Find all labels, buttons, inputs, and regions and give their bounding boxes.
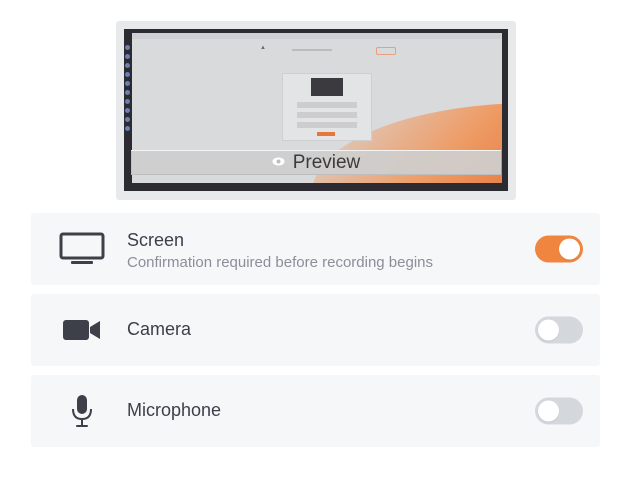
microphone-title: Microphone	[127, 400, 222, 420]
preview-thumbnail: ▲ Preview	[124, 29, 508, 191]
camera-option-row: Camera	[31, 294, 600, 366]
screen-toggle[interactable]	[535, 235, 583, 263]
screen-option-row: Screen Confirmation required before reco…	[31, 213, 600, 285]
screen-title: Screen	[127, 230, 185, 250]
screen-subtitle: Confirmation required before recording b…	[127, 254, 434, 271]
preview-label: Preview	[292, 151, 361, 173]
microphone-icon	[59, 394, 105, 428]
monitor-icon	[59, 232, 105, 266]
preview-card[interactable]: ▲ Preview	[116, 21, 516, 200]
camera-toggle[interactable]	[535, 316, 583, 344]
microphone-option-row: Microphone	[31, 375, 600, 447]
desktop-dock	[124, 41, 131, 161]
video-camera-icon	[59, 313, 105, 347]
camera-title: Camera	[127, 319, 192, 339]
microphone-toggle[interactable]	[535, 397, 583, 425]
preview-banner[interactable]: Preview	[131, 150, 501, 175]
eye-icon	[272, 157, 285, 169]
